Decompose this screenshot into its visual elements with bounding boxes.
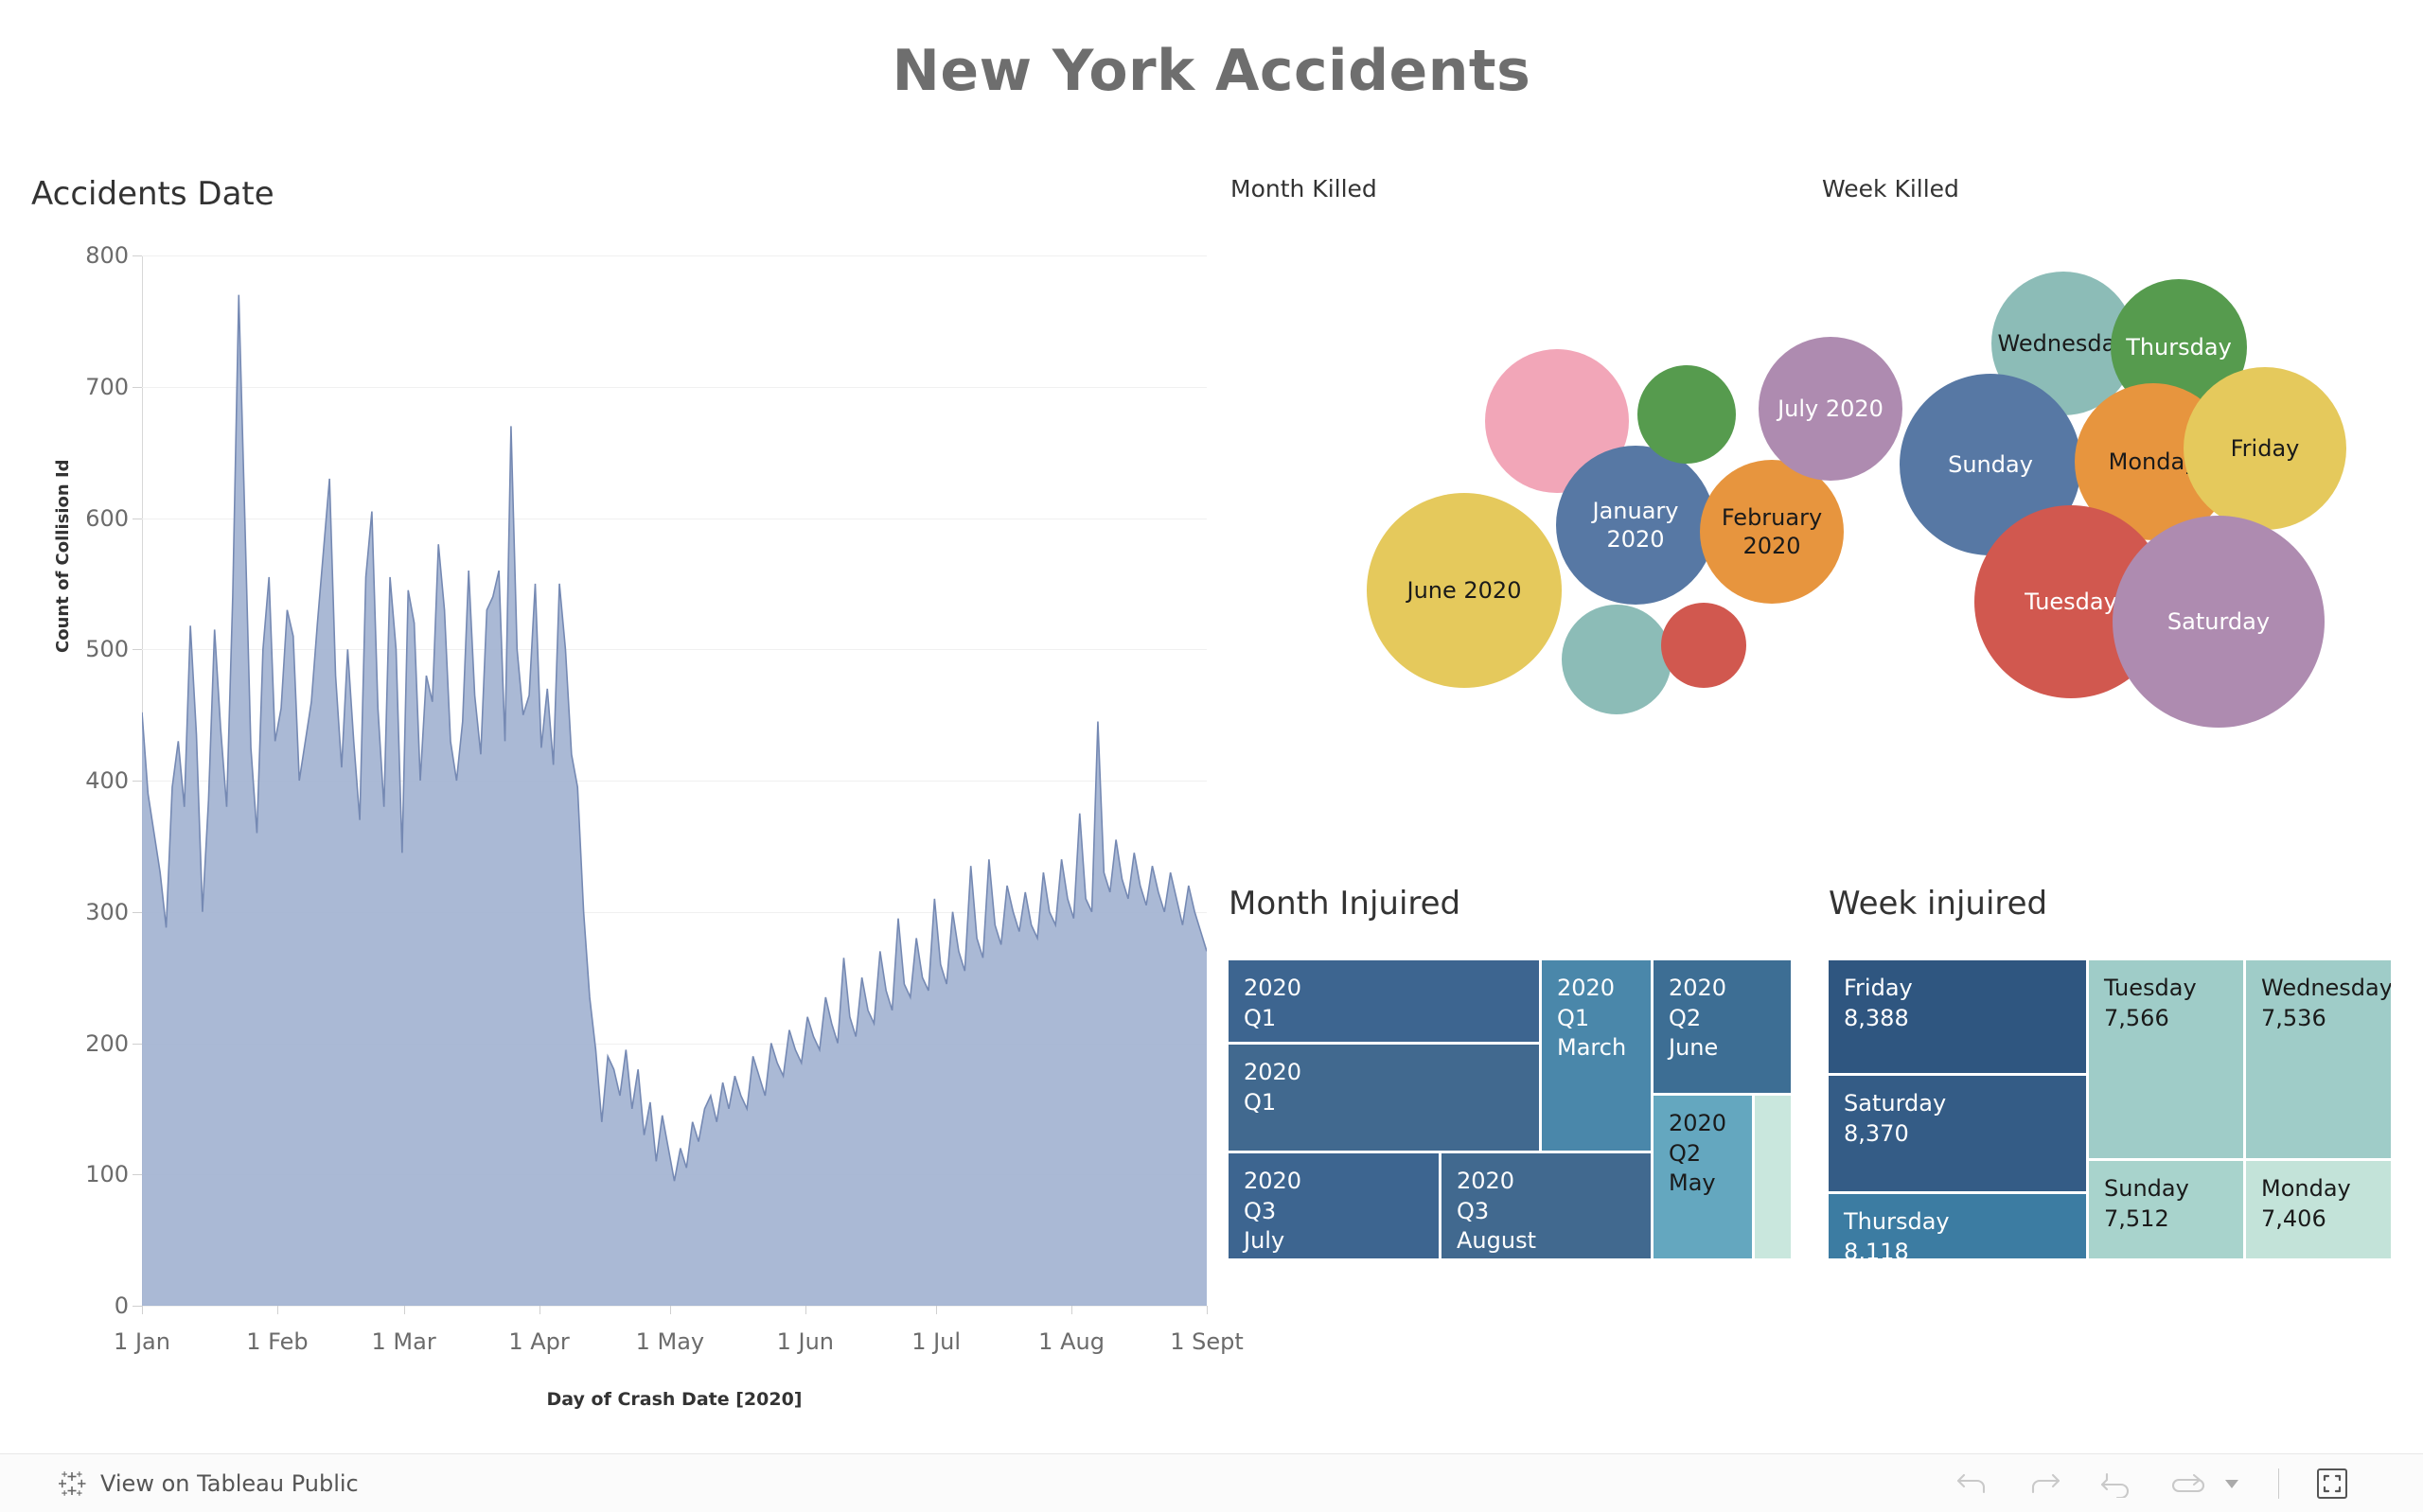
- month-injured-treemap: 2020 Q1 2020 Q1 2020 Q1 March 2020 Q2 June 2…: [1229, 960, 1791, 1258]
- y-axis-title: Count of Collision Id: [53, 459, 73, 653]
- month-killed-bubble-label: June 2020: [1406, 577, 1522, 604]
- area-fill: [142, 294, 1207, 1306]
- y-tick-label: 500: [85, 636, 129, 663]
- x-tick-mark: [805, 1306, 806, 1314]
- x-tick-mark: [539, 1306, 540, 1314]
- week-injured-title: Week injuired: [1829, 885, 2048, 923]
- week-killed-bubble[interactable]: Friday: [2184, 367, 2346, 530]
- month-killed-bubble[interactable]: June 2020: [1367, 493, 1562, 688]
- toolbar-actions: [1954, 1467, 2349, 1501]
- view-on-tableau-public-button[interactable]: View on Tableau Public: [59, 1469, 359, 1498]
- week-killed-bubble-label: Friday: [2230, 435, 2300, 462]
- week-injured-tile[interactable]: Friday 8,388: [1829, 960, 2086, 1073]
- week-injured-tile[interactable]: Sunday 7,512: [2089, 1161, 2243, 1258]
- month-injured-tile[interactable]: 2020 Q2 June: [1654, 960, 1791, 1093]
- x-tick-mark: [669, 1306, 671, 1314]
- week-injured-tile[interactable]: Saturday 8,370: [1829, 1076, 2086, 1191]
- x-tick-mark: [276, 1306, 278, 1314]
- y-tick-label: 800: [85, 242, 129, 269]
- month-killed-bubble-label: January 2020: [1592, 498, 1679, 553]
- month-injured-panel: Month Injuired 2020 Q1 2020 Q1 2020 Q1 Mar…: [1229, 885, 1815, 1263]
- view-on-tableau-public-label: View on Tableau Public: [100, 1469, 359, 1497]
- area-series: [142, 294, 1207, 1306]
- fullscreen-icon[interactable]: [2315, 1467, 2349, 1501]
- x-tick-label: 1 Mar: [371, 1328, 436, 1355]
- week-killed-bubble-label: Tuesday: [2025, 589, 2117, 615]
- month-killed-title: Month Killed: [1230, 175, 1377, 202]
- y-tick-label: 0: [114, 1292, 129, 1319]
- week-injured-treemap: Friday 8,388 Saturday 8,370 Thursday 8,118…: [1829, 960, 2391, 1258]
- x-tick-label: 1 Sept: [1170, 1328, 1244, 1355]
- revert-icon[interactable]: [2098, 1469, 2134, 1498]
- x-tick-mark: [142, 1306, 143, 1314]
- week-killed-bubble-label: Saturday: [2167, 608, 2271, 635]
- y-tick-label: 200: [85, 1029, 129, 1057]
- week-injured-tile[interactable]: Thursday 8,118: [1829, 1194, 2086, 1258]
- month-killed-bubble[interactable]: [1661, 603, 1746, 688]
- month-injured-title: Month Injuired: [1229, 885, 1461, 923]
- x-tick-mark: [1071, 1306, 1073, 1314]
- week-killed-bubble[interactable]: Saturday: [2113, 516, 2325, 728]
- week-injured-tile[interactable]: Tuesday 7,566: [2089, 960, 2243, 1158]
- week-killed-bubble-label: Thursday: [2126, 334, 2232, 360]
- x-tick-label: 1 Jul: [911, 1328, 962, 1355]
- month-injured-tile[interactable]: 2020 Q2 May: [1654, 1096, 1752, 1258]
- toolbar-divider: [2278, 1468, 2279, 1499]
- y-tick-label: 700: [85, 373, 129, 400]
- redo-icon[interactable]: [2026, 1469, 2062, 1498]
- undo-icon[interactable]: [1954, 1469, 1990, 1498]
- week-killed-panel: Week Killed Wednesday Thursday Sunday Monda…: [1822, 175, 2423, 800]
- x-axis-title: Day of Crash Date [2020]: [546, 1389, 803, 1410]
- month-killed-panel: Month Killed June 2020 January 2020 Februa…: [1230, 175, 1902, 781]
- x-tick-label: 1 Jan: [114, 1328, 170, 1355]
- dashboard-title: New York Accidents: [892, 38, 1531, 104]
- x-tick-mark: [936, 1306, 938, 1314]
- y-tick-label: 400: [85, 767, 129, 794]
- x-tick-mark: [1207, 1306, 1208, 1314]
- x-tick-mark: [403, 1306, 405, 1314]
- bottom-toolbar: View on Tableau Public: [0, 1453, 2423, 1512]
- month-injured-tile[interactable]: 2020 Q3 August: [1441, 1153, 1651, 1258]
- accidents-date-title: Accidents Date: [31, 175, 274, 213]
- refresh-icon[interactable]: [2170, 1469, 2210, 1498]
- month-injured-tile[interactable]: 2020 Q1: [1229, 1045, 1539, 1151]
- accidents-date-plot[interactable]: Count of Collision Id 800 700 600 500 400 300…: [53, 242, 1244, 1410]
- week-injured-tile[interactable]: Wednesday 7,536: [2246, 960, 2391, 1158]
- y-tick-label: 100: [85, 1161, 129, 1188]
- x-tick-label: 1 Aug: [1038, 1328, 1105, 1355]
- x-tick-label: 1 Apr: [508, 1328, 570, 1355]
- week-killed-bubble-label: Sunday: [1948, 451, 2033, 478]
- x-tick-label: 1 Jun: [776, 1328, 835, 1355]
- y-tick-label: 300: [85, 898, 129, 925]
- week-injured-panel: Week injuired Friday 8,388 Saturday 8,370…: [1829, 885, 2415, 1263]
- x-tick-label: 1 Feb: [246, 1328, 309, 1355]
- month-injured-tile[interactable]: 2020 Q1: [1229, 960, 1539, 1042]
- month-killed-bubble-group: June 2020 January 2020 February 2020 July 2…: [1230, 213, 1902, 781]
- tableau-logo-icon: [59, 1469, 87, 1498]
- y-gridline: [142, 1306, 1207, 1307]
- x-tick-label: 1 May: [635, 1328, 705, 1355]
- y-tick-label: 600: [85, 504, 129, 532]
- month-injured-tile[interactable]: [1755, 1096, 1791, 1258]
- week-injured-tile[interactable]: Monday 7,406: [2246, 1161, 2391, 1258]
- month-killed-bubble[interactable]: January 2020: [1556, 446, 1715, 605]
- chevron-down-icon[interactable]: [2221, 1473, 2242, 1494]
- month-killed-bubble[interactable]: [1562, 605, 1671, 714]
- month-injured-tile[interactable]: 2020 Q3 July: [1229, 1153, 1439, 1258]
- week-killed-title: Week Killed: [1822, 175, 1959, 202]
- month-injured-tile[interactable]: 2020 Q1 March: [1542, 960, 1651, 1151]
- week-killed-bubble-group: Wednesday Thursday Sunday Monday Friday Tuesd…: [1822, 213, 2423, 800]
- accidents-date-chart-panel: Accidents Date Count of Collision Id 800…: [0, 166, 1244, 1443]
- month-killed-bubble[interactable]: [1637, 365, 1736, 464]
